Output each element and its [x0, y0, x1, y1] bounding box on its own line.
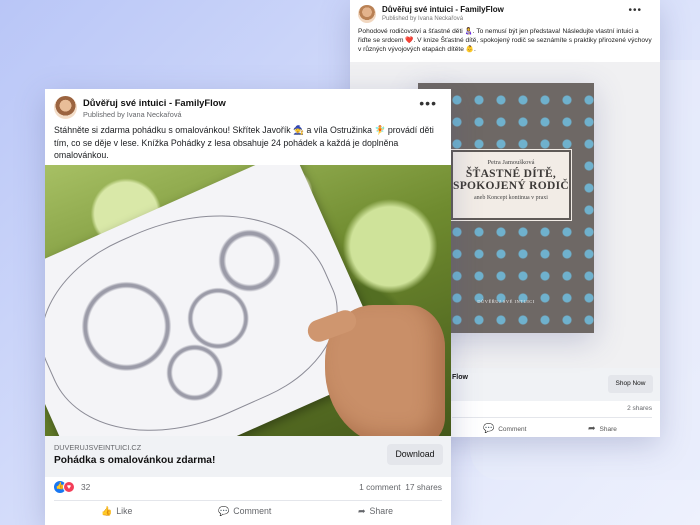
comment-icon: 💬 [483, 423, 495, 433]
post-image[interactable] [45, 165, 451, 436]
comments-shares: 1 comment 17 shares [359, 482, 442, 492]
link-name: Flow [452, 374, 468, 381]
published-by: Published by Ivana Neckařová [382, 16, 464, 22]
share-count[interactable]: 17 shares [405, 482, 442, 492]
download-button[interactable]: Download [387, 444, 443, 465]
like-label: Like [116, 506, 133, 516]
divider [54, 500, 442, 501]
comment-label: Comment [233, 506, 272, 516]
post-text: Pohodové rodičovství a šťastné děti 👩‍🍼.… [358, 28, 652, 54]
page-avatar[interactable] [358, 5, 376, 23]
book-title-line1: ŠŤASTNÉ DÍTĚ, [465, 168, 557, 180]
published-by: Published by Ivana Neckařová [83, 110, 182, 119]
comment-icon: 💬 [218, 506, 230, 516]
page-name[interactable]: Důvěřuj své intuici - FamilyFlow [382, 5, 504, 14]
share-label: Share [369, 506, 394, 516]
link-domain: DUVERUJSVEINTUICI.CZ [54, 443, 142, 452]
comment-label: Comment [498, 426, 527, 433]
page-name[interactable]: Důvěřuj své intuici - FamilyFlow [83, 97, 226, 108]
book-author: Petra Jamoušková [487, 159, 535, 166]
like-icon: 👍 [101, 506, 113, 516]
love-reaction-icon: ♥ [63, 481, 75, 493]
share-button[interactable]: ➦ Share [358, 506, 393, 517]
book-title-line2: SPOKOJENÝ RODIČ [453, 180, 569, 192]
comment-button[interactable]: 💬 Comment [483, 423, 526, 434]
reaction-count[interactable]: 32 [81, 482, 90, 492]
page-avatar[interactable] [54, 96, 77, 119]
link-bar[interactable]: DUVERUJSVEINTUICI.CZ Pohádka s omalovánk… [45, 436, 451, 477]
post-header: Důvěřuj své intuici - FamilyFlow Publish… [358, 5, 652, 25]
comment-button[interactable]: 💬 Comment [218, 506, 271, 517]
more-dots-icon[interactable]: ••• [628, 5, 642, 16]
share-icon: ➦ [358, 506, 366, 516]
more-dots-icon[interactable]: ••• [419, 95, 437, 111]
share-count[interactable]: 2 shares [627, 405, 652, 412]
hand [325, 305, 445, 436]
share-button[interactable]: ➦ Share [588, 423, 617, 434]
post-text: Stáhněte si zdarma pohádku s omalovánkou… [54, 125, 434, 161]
book-subtitle: aneb Koncept kontinua v praxi [474, 195, 548, 201]
book-label: Petra Jamoušková ŠŤASTNÉ DÍTĚ, SPOKOJENÝ… [450, 149, 572, 221]
ad-post-coloring: Důvěřuj své intuici - FamilyFlow Publish… [45, 89, 451, 525]
like-button[interactable]: 👍 Like [101, 506, 132, 517]
link-title: Pohádka s omalovánkou zdarma! [54, 455, 216, 466]
comment-count[interactable]: 1 comment [359, 482, 400, 492]
shop-now-button[interactable]: Shop Now [608, 375, 653, 393]
share-icon: ➦ [588, 423, 596, 433]
divider [452, 417, 652, 418]
share-label: Share [599, 426, 617, 433]
